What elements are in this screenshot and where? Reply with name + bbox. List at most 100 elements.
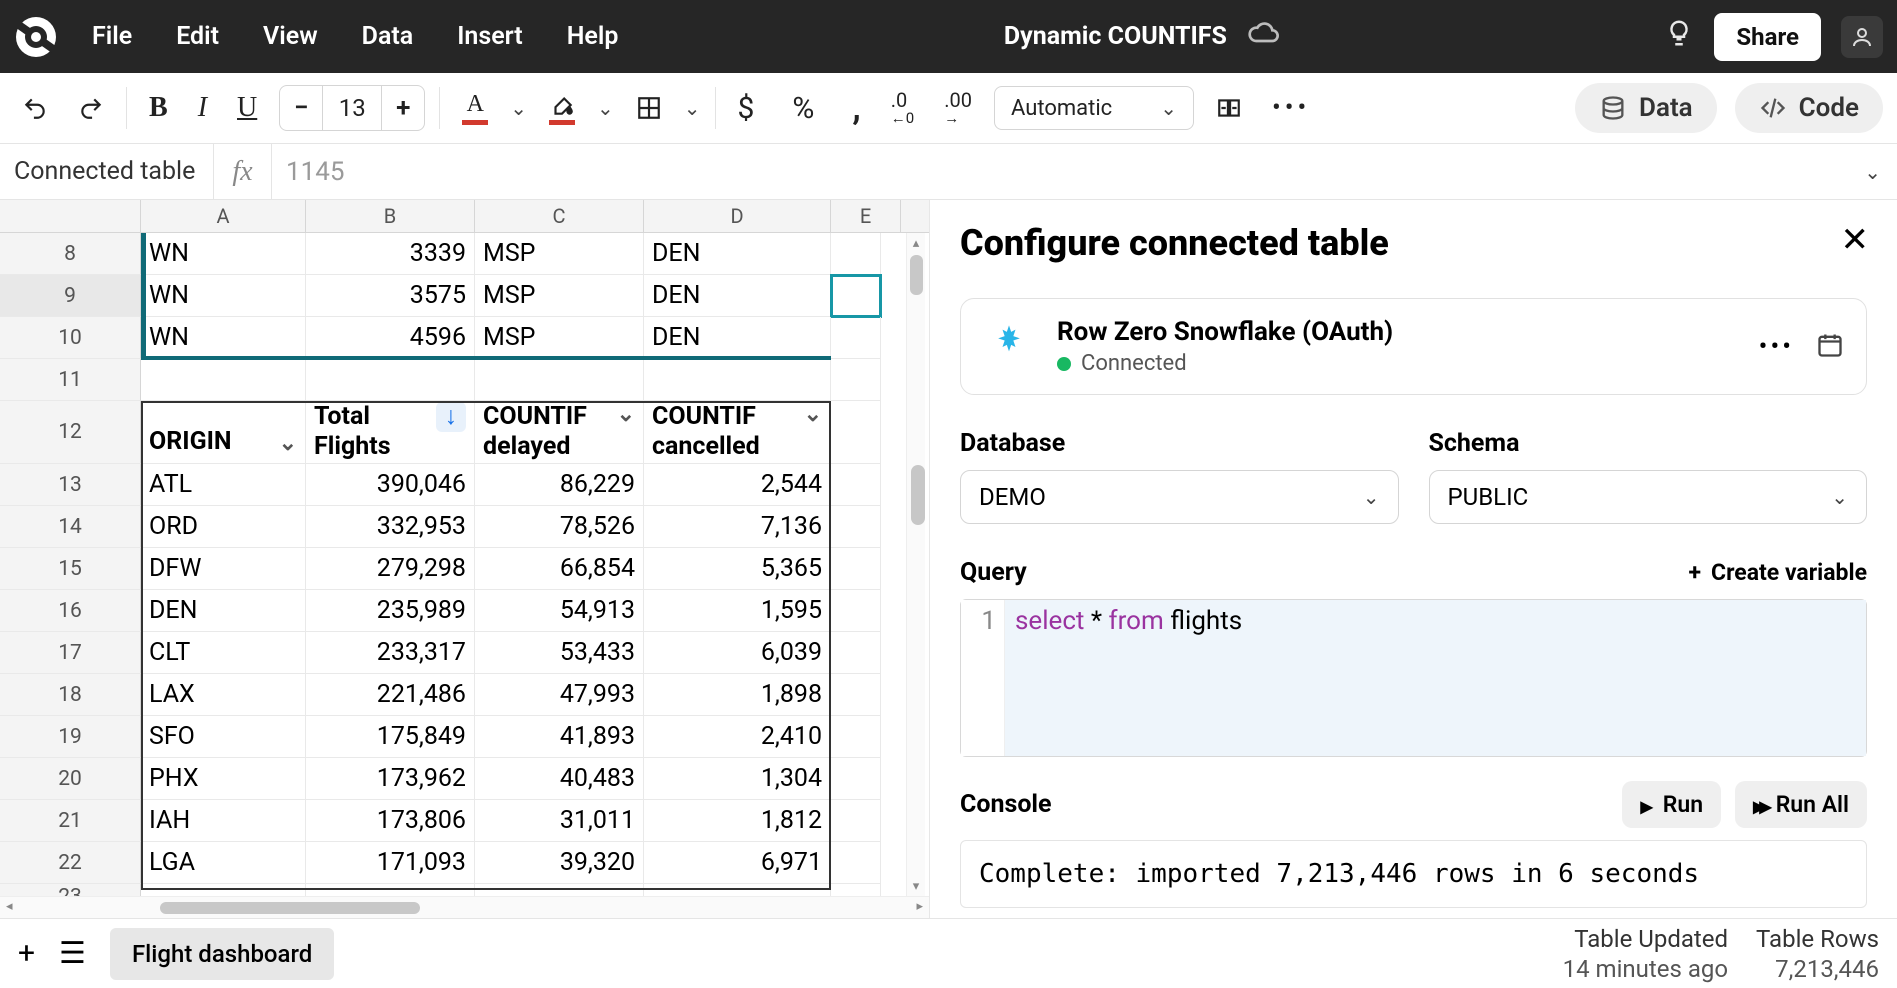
cell[interactable] [831, 464, 881, 506]
hscroll-thumb[interactable] [160, 902, 420, 914]
fill-color-caret-icon[interactable]: ⌄ [597, 96, 614, 120]
cell[interactable] [831, 674, 881, 716]
cell[interactable]: LGA [141, 842, 306, 884]
menu-help[interactable]: Help [567, 22, 619, 51]
name-box[interactable]: Connected table [0, 144, 214, 199]
cell[interactable]: ORIGIN⌄ [141, 401, 306, 464]
cell[interactable]: TotalFlights↓ [306, 401, 475, 464]
cell[interactable]: DFW [141, 548, 306, 590]
font-size-increase[interactable]: + [382, 93, 424, 123]
cell[interactable]: 1,898 [644, 674, 831, 716]
row-header[interactable]: 23 [0, 884, 141, 896]
inner-scroll-thumb[interactable] [911, 465, 925, 525]
formula-input[interactable]: 1145 ⌄ [272, 144, 1897, 199]
cell[interactable] [831, 317, 881, 359]
menu-data[interactable]: Data [362, 22, 414, 51]
row-header[interactable]: 19 [0, 716, 141, 758]
schema-select[interactable]: PUBLIC⌄ [1429, 470, 1868, 524]
row-header[interactable]: 8 [0, 233, 141, 275]
cell[interactable]: DEN [141, 590, 306, 632]
borders-button[interactable] [628, 89, 670, 127]
cell[interactable]: 53,433 [475, 632, 644, 674]
sort-desc-icon[interactable]: ↓ [436, 402, 466, 432]
cell[interactable] [831, 716, 881, 758]
cell[interactable] [831, 758, 881, 800]
percent-format-button[interactable]: % [784, 85, 822, 132]
currency-format-button[interactable]: $ [730, 85, 763, 132]
cell[interactable]: COUNTIFcancelled⌄ [644, 401, 831, 464]
cell[interactable] [831, 590, 881, 632]
cell[interactable]: DEN [644, 317, 831, 359]
decrease-decimal-button[interactable]: .0←0 [883, 86, 922, 130]
data-tab-button[interactable]: Data [1575, 83, 1717, 133]
expand-panel-button[interactable] [1208, 89, 1250, 127]
cell[interactable]: 6,971 [644, 842, 831, 884]
sheet-tab[interactable]: Flight dashboard [110, 928, 334, 980]
menu-insert[interactable]: Insert [457, 22, 522, 51]
cell[interactable]: ORD [141, 506, 306, 548]
menu-view[interactable]: View [263, 22, 318, 51]
chevron-down-icon[interactable]: ⌄ [617, 402, 635, 428]
scroll-left-icon[interactable]: ◂ [6, 899, 13, 914]
row-header[interactable]: 12 [0, 401, 141, 464]
row-header[interactable]: 13 [0, 464, 141, 506]
cell[interactable]: 54,913 [475, 590, 644, 632]
cell[interactable]: 2,544 [644, 464, 831, 506]
cell[interactable] [141, 359, 306, 401]
column-header-A[interactable]: A [141, 200, 306, 232]
create-variable-button[interactable]: +Create variable [1688, 559, 1867, 586]
cell[interactable]: 332,953 [306, 506, 475, 548]
cell[interactable]: 3575 [306, 275, 475, 317]
font-size-decrease[interactable]: − [280, 93, 322, 123]
cell[interactable] [306, 884, 475, 896]
close-panel-button[interactable]: ✕ [1841, 220, 1870, 260]
cell[interactable]: 41,893 [475, 716, 644, 758]
cell[interactable]: 171,093 [306, 842, 475, 884]
cell[interactable]: CLT [141, 632, 306, 674]
italic-button[interactable]: I [190, 86, 215, 130]
underline-button[interactable]: U [229, 86, 265, 130]
cell[interactable]: 39,320 [475, 842, 644, 884]
formula-expand-icon[interactable]: ⌄ [1864, 160, 1881, 184]
cell[interactable]: 2,410 [644, 716, 831, 758]
connection-more-button[interactable]: ••• [1759, 332, 1794, 362]
app-logo[interactable] [14, 15, 58, 59]
cell[interactable]: 173,962 [306, 758, 475, 800]
cell[interactable]: PHX [141, 758, 306, 800]
undo-button[interactable] [14, 89, 56, 127]
cell[interactable] [831, 632, 881, 674]
cell[interactable]: MSP [475, 317, 644, 359]
cell[interactable]: 7,136 [644, 506, 831, 548]
cell[interactable]: WN [141, 233, 306, 275]
bold-button[interactable]: B [141, 86, 176, 130]
query-editor[interactable]: 1 select * from flights [960, 599, 1867, 757]
column-header-E[interactable]: E [831, 200, 901, 232]
font-size-value[interactable]: 13 [322, 86, 382, 130]
number-format-select[interactable]: Automatic ⌄ [994, 86, 1194, 130]
column-header-B[interactable]: B [306, 200, 475, 232]
horizontal-scrollbar[interactable]: ◂ ▸ [0, 896, 929, 918]
cell[interactable] [306, 359, 475, 401]
cell[interactable]: 6,039 [644, 632, 831, 674]
row-header[interactable]: 18 [0, 674, 141, 716]
cell[interactable]: 1,304 [644, 758, 831, 800]
select-all-corner[interactable] [0, 200, 141, 232]
cell[interactable]: 235,989 [306, 590, 475, 632]
user-avatar[interactable] [1841, 16, 1883, 58]
fill-color-button[interactable] [541, 86, 583, 131]
row-header[interactable]: 10 [0, 317, 141, 359]
cell[interactable]: MSP [475, 275, 644, 317]
cell[interactable]: 279,298 [306, 548, 475, 590]
cell[interactable]: 47,993 [475, 674, 644, 716]
text-color-caret-icon[interactable]: ⌄ [510, 96, 527, 120]
cell[interactable] [475, 359, 644, 401]
cell[interactable]: 1,595 [644, 590, 831, 632]
cell[interactable]: 233,317 [306, 632, 475, 674]
spreadsheet[interactable]: ABCDE 8WN3339MSPDEN9WN3575MSPDEN10WN4596… [0, 200, 930, 918]
row-header[interactable]: 14 [0, 506, 141, 548]
cell[interactable]: LAX [141, 674, 306, 716]
row-header[interactable]: 17 [0, 632, 141, 674]
cell[interactable] [475, 884, 644, 896]
row-header[interactable]: 11 [0, 359, 141, 401]
cell[interactable]: 175,849 [306, 716, 475, 758]
